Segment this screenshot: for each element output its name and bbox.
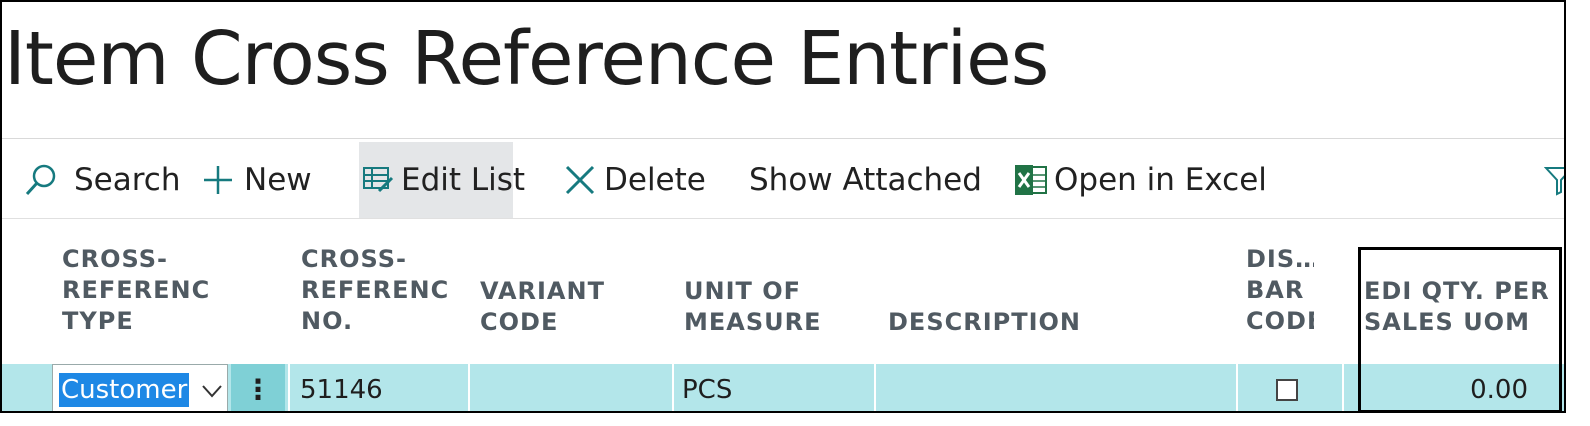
close-icon <box>564 164 596 196</box>
column-header-unit-of-measure[interactable]: UNIT OF MEASURE <box>684 276 854 338</box>
cell-divider <box>288 364 290 411</box>
delete-label: Delete <box>604 162 706 198</box>
window-frame: Item Cross Reference Entries Search New <box>0 0 1566 413</box>
plus-icon <box>202 164 234 196</box>
cross-reference-type-select[interactable]: Customer <box>52 364 228 411</box>
highlight-box <box>1358 247 1562 411</box>
unit-of-measure-cell[interactable]: PCS <box>682 364 732 411</box>
page-title: Item Cross Reference Entries <box>4 16 1049 102</box>
new-button[interactable]: New <box>202 142 312 218</box>
row-actions-button[interactable]: ⋮ <box>231 364 285 411</box>
column-header-variant-code[interactable]: VARIANT CODE <box>480 276 640 338</box>
action-bar: Search New Edit List Delete Show Attache… <box>2 142 1564 218</box>
title-divider <box>2 138 1564 139</box>
column-header-description[interactable]: DESCRIPTION <box>888 307 1108 338</box>
chevron-down-icon[interactable] <box>201 375 223 405</box>
cell-divider <box>874 364 876 411</box>
open-in-excel-label: Open in Excel <box>1054 162 1267 198</box>
search-button[interactable]: Search <box>24 142 181 218</box>
filter-button[interactable] <box>1544 142 1564 218</box>
cross-reference-no-cell[interactable]: 51146 <box>300 364 383 411</box>
column-header-cross-reference-type[interactable]: CROSS- REFERENC TYPE <box>62 244 210 337</box>
edit-list-button[interactable]: Edit List <box>359 142 525 218</box>
delete-button[interactable]: Delete <box>564 142 706 218</box>
edit-list-icon <box>363 165 395 195</box>
more-options-icon: ⋮ <box>244 373 272 406</box>
search-icon <box>24 163 58 197</box>
table-row[interactable]: Customer ⋮ 51146 PCS 0.00 <box>2 364 1564 411</box>
open-in-excel-button[interactable]: Open in Excel <box>1014 142 1267 218</box>
toolbar-divider <box>2 218 1564 219</box>
checkbox[interactable] <box>1276 379 1298 401</box>
column-header-cross-reference-no[interactable]: CROSS- REFERENC NO. <box>301 244 449 337</box>
show-attached-label: Show Attached <box>749 162 982 198</box>
search-label: Search <box>74 162 181 198</box>
excel-icon <box>1014 164 1048 196</box>
cell-divider <box>1236 364 1238 411</box>
description-cell[interactable] <box>888 364 1228 411</box>
cross-reference-type-value: Customer <box>59 373 190 407</box>
cell-divider <box>468 364 470 411</box>
cell-divider <box>672 364 674 411</box>
cell-divider <box>1342 364 1344 411</box>
new-label: New <box>244 162 312 198</box>
edit-list-label: Edit List <box>401 162 526 198</box>
filter-icon <box>1544 164 1564 196</box>
show-attached-button[interactable]: Show Attached <box>749 142 982 218</box>
discontinue-bar-code-cell[interactable] <box>1276 364 1298 411</box>
variant-code-cell[interactable] <box>480 364 660 411</box>
column-header-discontinue-bar-code[interactable]: DIS… BAR CODE <box>1246 244 1314 337</box>
